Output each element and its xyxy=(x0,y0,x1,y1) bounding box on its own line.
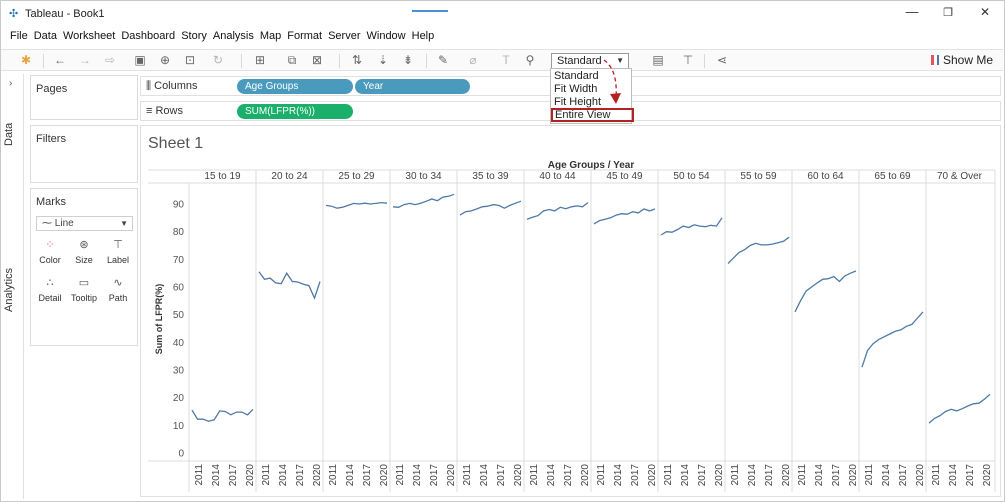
redo-icon[interactable]: → xyxy=(76,53,94,68)
fit-option-entire-view[interactable]: Entire View xyxy=(551,108,634,122)
tooltip-icon: ▭ xyxy=(78,277,90,289)
rows-pill-sum-lfpr[interactable]: SUM(LFPR(%)) xyxy=(237,104,353,119)
chevron-down-icon: ▼ xyxy=(120,219,128,228)
color-label: Color xyxy=(39,255,61,265)
undo-icon[interactable]: ← xyxy=(51,53,69,68)
color-icon: ⁘ xyxy=(45,239,55,251)
presentation-mode-icon[interactable]: ⊤ xyxy=(679,53,697,68)
new-data-source-icon[interactable]: ⊕ xyxy=(156,53,174,68)
menu-server[interactable]: Server xyxy=(328,30,360,46)
group-members-icon[interactable]: ⌀ xyxy=(464,53,482,68)
tooltip-label: Tooltip xyxy=(70,293,97,303)
marks-card-title: Marks xyxy=(36,196,66,208)
columns-label: Columns xyxy=(154,80,198,92)
toolbar-separator xyxy=(241,54,242,68)
close-button[interactable]: ✕ xyxy=(970,5,1000,19)
sort-ascending-icon[interactable]: ⇣ xyxy=(374,53,392,68)
toolbar-separator xyxy=(704,54,705,68)
mark-type-select[interactable]: ⁓ Line ▼ xyxy=(36,216,133,231)
maximize-button[interactable]: ❐ xyxy=(933,6,963,19)
annotation-arrow xyxy=(603,59,621,104)
menu-analysis[interactable]: Analysis xyxy=(213,30,254,46)
menu-window[interactable]: Window xyxy=(367,30,406,46)
menu-data[interactable]: Data xyxy=(34,30,57,46)
menu-story[interactable]: Story xyxy=(181,30,207,46)
menu-help[interactable]: Help xyxy=(412,30,435,46)
replay-icon[interactable]: ⇨ xyxy=(101,53,119,68)
label-icon: ⊤ xyxy=(113,239,123,251)
sheet-title: Sheet 1 xyxy=(148,135,204,152)
tooltip-button[interactable]: ▭ Tooltip xyxy=(69,275,99,307)
menu-file[interactable]: File xyxy=(10,30,28,46)
show-me-button[interactable]: Show Me xyxy=(931,53,993,68)
save-icon[interactable]: ▣ xyxy=(131,53,149,68)
tab-data[interactable]: Data xyxy=(3,123,15,146)
window-title: Tableau - Book1 xyxy=(25,8,105,20)
path-icon: ∿ xyxy=(113,277,123,289)
detail-icon: ∴ xyxy=(46,277,54,289)
path-label: Path xyxy=(108,293,128,303)
pause-updates-icon[interactable]: ⊡ xyxy=(181,53,199,68)
line-mark-icon: ⁓ xyxy=(42,218,55,229)
show-mark-labels-icon[interactable]: T xyxy=(497,53,515,68)
color-button[interactable]: ⁘ Color xyxy=(35,237,65,269)
highlight-icon[interactable]: ✎ xyxy=(434,53,452,68)
tableau-home-icon[interactable]: ✱ xyxy=(17,53,35,68)
sort-descending-icon[interactable]: ⇟ xyxy=(399,53,417,68)
detail-button[interactable]: ∴ Detail xyxy=(35,275,65,307)
pages-card: Pages xyxy=(30,75,138,120)
toolbar-separator xyxy=(339,54,340,68)
duplicate-sheet-icon[interactable]: ⧉ xyxy=(283,53,301,68)
size-button[interactable]: ⊛ Size xyxy=(69,237,99,269)
sheet-view xyxy=(140,125,1001,497)
tableau-logo-icon: ✣ xyxy=(9,8,19,20)
tab-analytics[interactable]: Analytics xyxy=(3,268,15,312)
refresh-icon[interactable]: ↻ xyxy=(209,53,227,68)
fix-axes-icon[interactable]: ⚲ xyxy=(521,53,539,68)
detail-label: Detail xyxy=(38,293,62,303)
fit-option-fit-width[interactable]: Fit Width xyxy=(554,83,597,96)
menu-map[interactable]: Map xyxy=(260,30,281,46)
menu-bar: File Data Worksheet Dashboard Story Anal… xyxy=(10,30,440,46)
show-me-icon xyxy=(931,55,939,65)
filters-card-title: Filters xyxy=(36,133,66,145)
fit-option-standard[interactable]: Standard xyxy=(554,70,599,83)
show-cards-icon[interactable]: ▤ xyxy=(649,53,667,68)
minimize-button[interactable]: — xyxy=(897,4,927,19)
fit-select-value: Standard xyxy=(557,55,602,67)
menu-dashboard[interactable]: Dashboard xyxy=(121,30,175,46)
columns-pill-age-groups[interactable]: Age Groups xyxy=(237,79,353,94)
label-label: Label xyxy=(106,255,130,265)
size-label: Size xyxy=(75,255,93,265)
menu-format[interactable]: Format xyxy=(287,30,322,46)
filters-card: Filters xyxy=(30,125,138,183)
title-accent xyxy=(412,10,448,12)
toolbar-separator xyxy=(43,54,44,68)
toolbar-separator xyxy=(426,54,427,68)
rows-label: Rows xyxy=(155,105,183,117)
columns-shelf-label: ⫼ Columns xyxy=(146,80,198,92)
share-icon[interactable]: ⋖ xyxy=(713,53,731,68)
title-bar: ✣ Tableau - Book1 xyxy=(1,1,1003,27)
new-worksheet-icon[interactable]: ⊞ xyxy=(251,53,269,68)
toolbar: ✱ ← → ⇨ ▣ ⊕ ⊡ ↻ ⊞ ⧉ ⊠ ⇅ ⇣ ⇟ ✎ ⌀ T ⚲ Stan… xyxy=(1,49,1003,71)
rows-shelf-label: ≡ Rows xyxy=(146,105,183,117)
mark-type-value: Line xyxy=(54,218,74,229)
path-button[interactable]: ∿ Path xyxy=(103,275,133,307)
pages-card-title: Pages xyxy=(36,83,68,95)
label-button[interactable]: ⊤ Label xyxy=(103,237,133,269)
swap-rows-columns-icon[interactable]: ⇅ xyxy=(348,53,366,68)
marks-card: Marks ⁓ Line ▼ ⁘ Color ⊛ Size ⊤ Label ∴ … xyxy=(30,188,138,346)
clear-sheet-icon[interactable]: ⊠ xyxy=(308,53,326,68)
show-me-label: Show Me xyxy=(943,53,994,67)
menu-worksheet[interactable]: Worksheet xyxy=(63,30,115,46)
columns-pill-year[interactable]: Year xyxy=(355,79,470,94)
side-panel-strip: › Data Analytics xyxy=(1,74,24,499)
expand-panel-icon[interactable]: › xyxy=(9,78,12,89)
size-icon: ⊛ xyxy=(79,239,89,251)
